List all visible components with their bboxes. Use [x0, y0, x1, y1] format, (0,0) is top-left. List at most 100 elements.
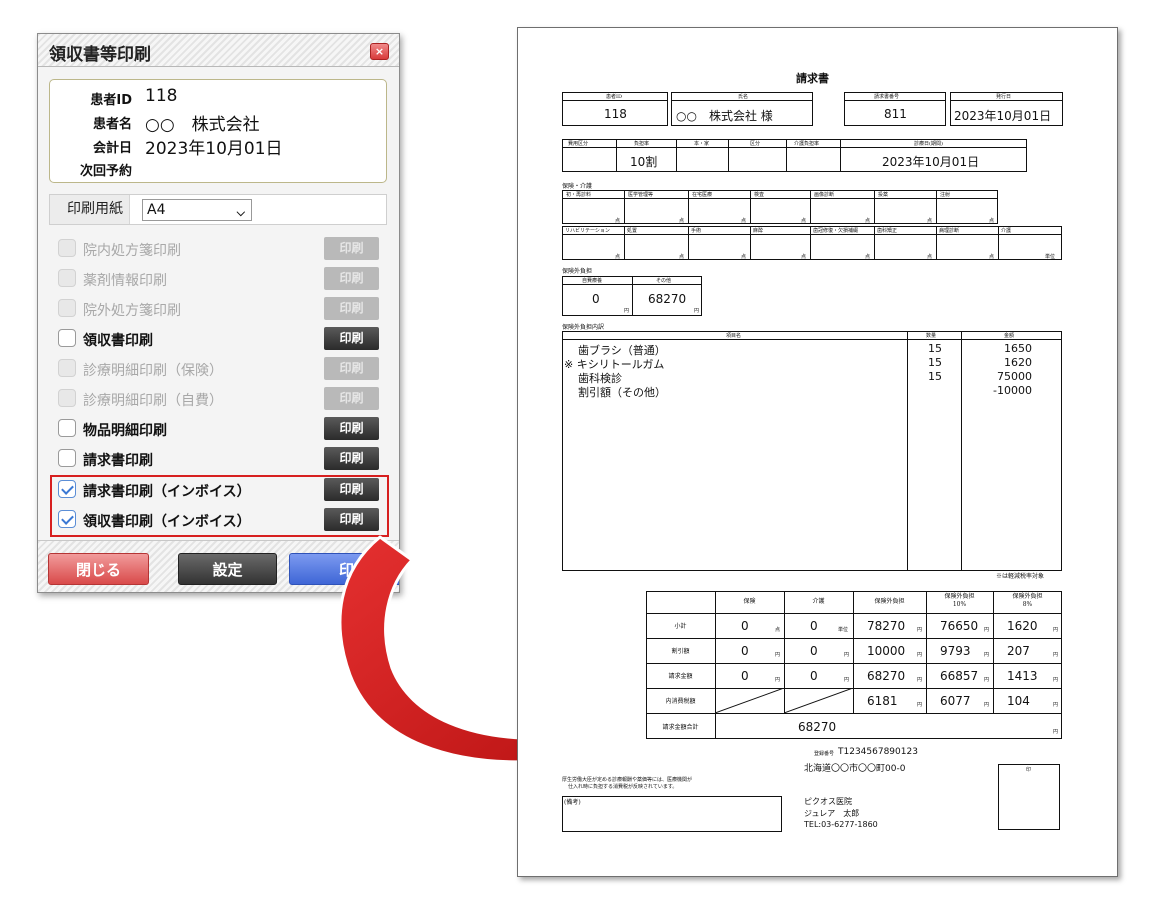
- summary-row-rule: [646, 613, 1062, 614]
- option-print-button: 印刷: [324, 237, 379, 260]
- checkbox: [58, 239, 76, 257]
- invoice-no-text: 811: [884, 107, 907, 121]
- insurance-unit: 点: [801, 218, 807, 224]
- summary-unit: 円: [844, 652, 850, 658]
- patient-id-label: 患者ID: [90, 93, 132, 108]
- insured-family-header: 本・家: [694, 141, 710, 147]
- summary-value: 6077: [940, 694, 971, 708]
- paper-size-label: 印刷用紙: [50, 195, 130, 224]
- print-option-label: 院内処方箋印刷: [83, 243, 181, 259]
- insurance-header: リハビリテーション: [565, 228, 610, 234]
- option-print-button[interactable]: 印刷: [324, 327, 379, 350]
- doctor-name: ジュレア 太郎: [804, 809, 860, 818]
- print-option-label: 薬剤情報印刷: [83, 273, 167, 289]
- summary-unit: 円: [844, 677, 850, 683]
- print-button[interactable]: 印刷: [289, 553, 399, 585]
- detail-amount-header: 金額: [1004, 333, 1015, 339]
- summary-unit: 円: [917, 652, 923, 658]
- summary-value: 207: [1007, 644, 1030, 658]
- issue-date-header: 発行日: [996, 94, 1012, 100]
- detail-item-amount: 75000: [997, 370, 1032, 383]
- insurance-unit: 点: [741, 218, 747, 224]
- summary-value: 66857: [940, 669, 979, 683]
- print-option-label: 診療明細印刷（自費）: [83, 393, 223, 409]
- print-option-row: 院外処方箋印刷 印刷: [58, 295, 379, 321]
- summary-col-rule: [993, 591, 994, 713]
- summary-unit: 円: [775, 677, 781, 683]
- summary-unit: 円: [917, 677, 923, 683]
- self-pay-header-2: その他: [656, 278, 672, 284]
- close-button[interactable]: 閉じる: [48, 553, 149, 585]
- summary-value: 0: [741, 619, 749, 633]
- print-option-row: 院内処方箋印刷 印刷: [58, 235, 379, 261]
- summary-row-label: 小計: [674, 623, 687, 630]
- dialog-title: 領収書等印刷: [49, 45, 151, 65]
- insurance-header: 画像診断: [814, 192, 835, 198]
- summary-row-rule: [646, 663, 1062, 664]
- insurance-col-rule: [810, 226, 811, 260]
- next-appointment-label: 次回予約: [79, 164, 132, 179]
- summary-row-label: 請求金額: [668, 673, 693, 680]
- checkbox[interactable]: [58, 449, 76, 467]
- detail-section-label: 保険外負担内訳: [562, 324, 605, 331]
- insurance-col-rule: [810, 190, 811, 224]
- dialog-titlebar: 領収書等印刷 ×: [38, 34, 399, 67]
- self-pay-unit-2: 円: [694, 308, 700, 314]
- print-dialog: 領収書等印刷 × 患者ID 118 患者名 ○○ 株式会社 会計日 2023年1…: [37, 33, 400, 593]
- summary-unit: 円: [984, 677, 990, 683]
- settings-button[interactable]: 設定: [178, 553, 277, 585]
- summary-value: 68270: [867, 669, 906, 683]
- summary-row-rule: [646, 688, 1062, 689]
- summary-unit: 円: [775, 652, 781, 658]
- summary-col-rule: [853, 591, 854, 713]
- print-option-label: 診療明細印刷（保険）: [83, 363, 223, 379]
- insurance-unit: 点: [927, 218, 933, 224]
- summary-unit: 円: [1053, 677, 1059, 683]
- summary-row-label: 割引額: [671, 648, 690, 655]
- summary-value: 10000: [867, 644, 906, 658]
- summary-value: 0: [810, 669, 818, 683]
- insurance-header: 病理診断: [939, 228, 960, 234]
- total-unit: 円: [1053, 729, 1059, 735]
- summary-unit: 単位: [838, 627, 849, 633]
- checkbox[interactable]: [58, 329, 76, 347]
- cost-category-header: 費用区分: [568, 141, 589, 147]
- paper-size-select[interactable]: A4 ⌵: [142, 199, 252, 221]
- summary-col-header: 保険外負担 10%: [944, 593, 975, 608]
- summary-row-rule: [646, 638, 1062, 639]
- remarks-label: (備考): [564, 799, 581, 806]
- detail-item-qty: 15: [928, 370, 942, 383]
- option-print-button[interactable]: 印刷: [324, 417, 379, 440]
- insurance-col-rule: [624, 190, 625, 224]
- insurance-col-rule: [936, 190, 937, 224]
- insurance-unit: 点: [927, 254, 933, 260]
- chevron-down-icon: ⌵: [236, 206, 245, 219]
- summary-unit: 円: [984, 627, 990, 633]
- summary-value: 0: [810, 619, 818, 633]
- summary-col-header: 介護: [812, 598, 825, 605]
- invoice-highlight-frame: [50, 475, 389, 537]
- option-print-button[interactable]: 印刷: [324, 447, 379, 470]
- checkbox: [58, 269, 76, 287]
- invoice-no-header: 請求書番号: [874, 94, 900, 100]
- insurance-unit: 点: [989, 254, 995, 260]
- print-option-row: 請求書印刷 印刷: [58, 445, 379, 471]
- insurance-unit: 単位: [1045, 254, 1056, 260]
- accounting-date-label: 会計日: [92, 141, 132, 156]
- paper-size-row: 印刷用紙 A4 ⌵: [49, 194, 387, 225]
- summary-diagonal-slash: [784, 688, 853, 713]
- summary-row-label: 内消費税額: [665, 698, 696, 705]
- checkbox[interactable]: [58, 419, 76, 437]
- insurance-header: 介護: [1001, 228, 1012, 234]
- detail-item-amount: 1650: [1004, 342, 1032, 355]
- care-rate-header: 介護負担率: [794, 141, 820, 147]
- print-option-label: 領収書印刷: [83, 333, 153, 349]
- checkbox: [58, 299, 76, 317]
- insurance-unit: 点: [801, 254, 807, 260]
- insurance-header: 在宅医療: [692, 192, 713, 198]
- summary-value: 0: [810, 644, 818, 658]
- insurance-header: 手術: [691, 228, 702, 234]
- insurance-header: 麻酔: [753, 228, 764, 234]
- close-icon[interactable]: ×: [370, 43, 389, 60]
- print-option-label: 請求書印刷: [83, 453, 153, 469]
